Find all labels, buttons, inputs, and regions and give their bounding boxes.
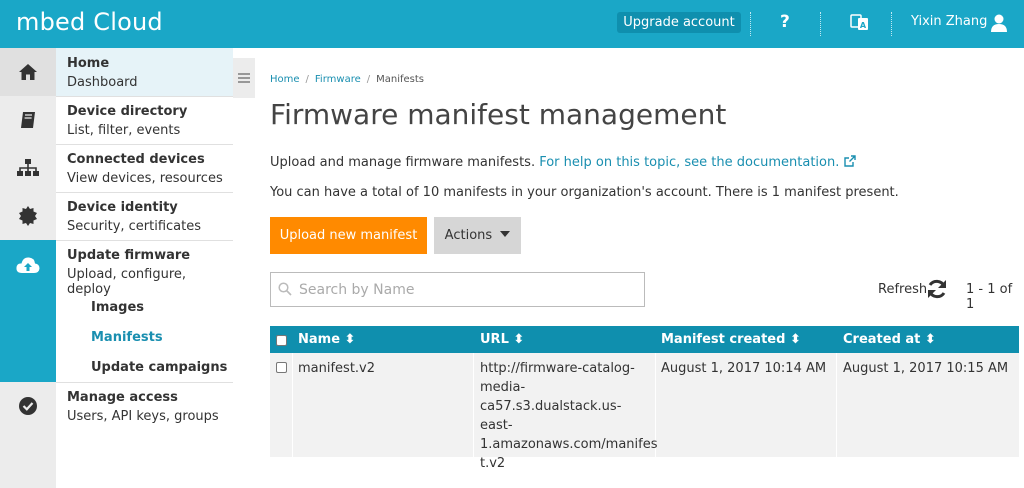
search-input[interactable] (270, 272, 645, 307)
sidebar-item-subtitle: List, filter, events (67, 123, 181, 138)
cell-name[interactable]: manifest.v2 (298, 359, 375, 378)
upgrade-account-button[interactable]: Upgrade account (617, 12, 741, 33)
column-divider (836, 353, 837, 457)
svg-text:A: A (860, 21, 867, 30)
sidebar-item-home[interactable]: Home Dashboard (0, 48, 233, 96)
breadcrumb-separator: / (305, 74, 309, 85)
sort-icon: ⬍ (924, 332, 936, 347)
sidebar-item-device-directory[interactable]: Device directory List, filter, events (0, 96, 233, 144)
refresh-label[interactable]: Refresh (878, 282, 927, 297)
sidebar-subitem-update-campaigns[interactable]: Update campaigns (91, 360, 227, 375)
header-divider (891, 12, 892, 36)
breadcrumb-home[interactable]: Home (270, 74, 300, 85)
cloud-upload-icon (0, 240, 56, 382)
refresh-icon[interactable] (926, 278, 948, 300)
table-row[interactable]: manifest.v2 http://firmware-catalog- med… (270, 353, 1019, 471)
sidebar-item-subtitle: Upload, configure, deploy (67, 267, 187, 297)
sidebar-item-title: Update firmware (67, 248, 191, 263)
page-title: Firmware manifest management (270, 98, 727, 131)
caret-down-icon (500, 231, 511, 237)
row-checkbox[interactable] (276, 362, 287, 373)
actions-label: Actions (444, 228, 493, 243)
sidebar-item-subtitle: Dashboard (67, 75, 138, 90)
user-icon[interactable] (990, 13, 1008, 33)
sort-icon: ⬍ (789, 332, 801, 347)
breadcrumb: Home / Firmware / Manifests (270, 74, 424, 85)
sidebar-item-device-identity[interactable]: Device identity Security, certificates (0, 192, 233, 240)
column-divider (473, 353, 474, 457)
sidebar-divider (56, 382, 233, 383)
sidebar-item-title: Manage access (67, 390, 178, 405)
top-bar: mbed Cloud Upgrade account ? A Yixin Zha… (0, 0, 1024, 48)
language-icon[interactable]: A (850, 13, 869, 32)
sidebar-item-title: Device directory (67, 104, 188, 119)
user-name[interactable]: Yixin Zhang (911, 14, 987, 29)
breadcrumb-separator: / (366, 74, 371, 85)
sidebar-item-manage-access[interactable]: Manage access Users, API keys, groups (0, 382, 233, 430)
column-header-manifest-created[interactable]: Manifest created ⬍ (661, 332, 801, 347)
book-icon (0, 96, 56, 144)
home-icon (0, 48, 56, 96)
header-divider (750, 12, 751, 36)
cell-url: http://firmware-catalog- media- ca57.s3.… (480, 361, 658, 471)
sort-icon: ⬍ (344, 332, 356, 347)
sidebar-item-subtitle: Security, certificates (67, 219, 202, 234)
external-link-icon[interactable] (843, 155, 856, 167)
certificate-icon (0, 192, 56, 240)
search-icon (278, 282, 292, 296)
cell-manifest-created: August 1, 2017 10:14 AM (661, 361, 827, 376)
sidebar-item-subtitle: Users, API keys, groups (67, 409, 219, 424)
sidebar-collapse-toggle[interactable] (233, 58, 255, 98)
column-divider (292, 353, 293, 457)
description-text: Upload and manage firmware manifests. (270, 155, 536, 170)
documentation-link[interactable]: For help on this topic, see the document… (539, 155, 839, 170)
breadcrumb-firmware[interactable]: Firmware (315, 74, 361, 85)
column-header-name[interactable]: Name ⬍ (298, 332, 355, 347)
sidebar-item-update-firmware[interactable]: Update firmware Upload, configure, deplo… (0, 240, 233, 382)
column-header-created-at[interactable]: Created at ⬍ (843, 332, 936, 347)
sort-icon: ⬍ (513, 332, 525, 347)
page-description: Upload and manage firmware manifests. Fo… (270, 155, 856, 170)
breadcrumb-current: Manifests (376, 74, 425, 85)
menu-icon (238, 73, 250, 83)
sidebar-item-title: Home (67, 56, 110, 71)
sidebar-item-connected-devices[interactable]: Connected devices View devices, resource… (0, 144, 233, 192)
sidebar-item-title: Connected devices (67, 152, 205, 167)
upload-manifest-button[interactable]: Upload new manifest (270, 217, 427, 254)
cell-created-at: August 1, 2017 10:15 AM (843, 361, 1009, 376)
select-all-checkbox[interactable] (276, 335, 287, 346)
check-circle-icon (0, 382, 56, 430)
header-divider (820, 12, 821, 36)
column-header-url[interactable]: URL ⬍ (480, 332, 524, 347)
app-logo[interactable]: mbed Cloud (16, 8, 163, 36)
sidebar-item-subtitle: View devices, resources (67, 171, 223, 186)
actions-dropdown-button[interactable]: Actions (434, 217, 521, 254)
sidebar-subitem-images[interactable]: Images (91, 300, 144, 315)
pagination-text: 1 - 1 of 1 (966, 282, 1013, 312)
manifest-count-text: You can have a total of 10 manifests in … (270, 185, 899, 200)
table-header: Name ⬍ URL ⬍ Manifest created ⬍ Created … (270, 326, 1019, 353)
sitemap-icon (0, 144, 56, 192)
sidebar-subitem-manifests[interactable]: Manifests (91, 330, 163, 345)
sidebar-item-title: Device identity (67, 200, 178, 215)
help-button[interactable]: ? (780, 12, 790, 32)
